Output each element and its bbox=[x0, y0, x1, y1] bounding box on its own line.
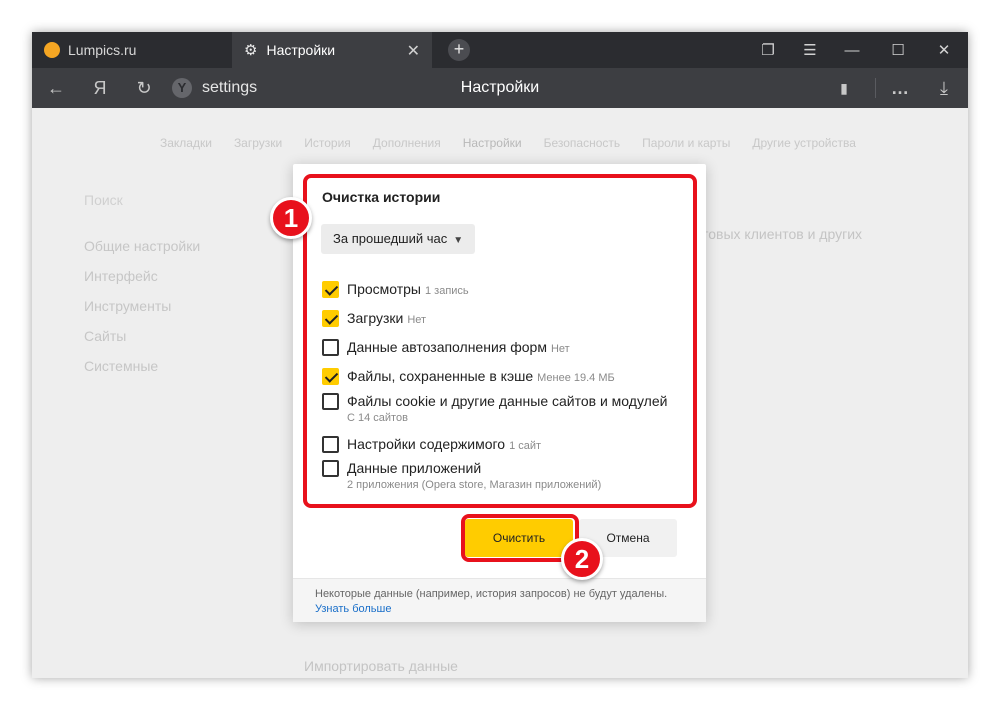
nav-downloads[interactable]: Загрузки bbox=[234, 136, 282, 150]
tab-settings[interactable]: ⚙ Настройки ✕ bbox=[232, 32, 432, 68]
site-favicon-icon bbox=[44, 42, 60, 58]
downloads-icon[interactable]: ⤓ bbox=[930, 76, 958, 100]
tabs-collections-icon[interactable]: ❐ bbox=[748, 32, 788, 68]
learn-more-link[interactable]: Узнать больше bbox=[315, 603, 391, 615]
annotation-highlight-options bbox=[303, 174, 697, 508]
tab-label: Настройки bbox=[266, 42, 336, 58]
menu-icon[interactable]: ☰ bbox=[790, 32, 830, 68]
nav-bookmarks[interactable]: Закладки bbox=[160, 136, 212, 150]
nav-history[interactable]: История bbox=[304, 136, 351, 150]
background-text: товых клиентов и других bbox=[702, 226, 863, 242]
nav-settings[interactable]: Настройки bbox=[463, 136, 522, 150]
minimize-button[interactable]: — bbox=[832, 32, 872, 68]
annotation-badge-2: 2 bbox=[561, 538, 603, 580]
annotation-badge-1: 1 bbox=[270, 197, 312, 239]
new-tab-button[interactable]: + bbox=[448, 39, 470, 61]
close-window-button[interactable]: ✕ bbox=[924, 32, 964, 68]
footer-note: Некоторые данные (например, история запр… bbox=[315, 588, 668, 600]
tab-lumpics[interactable]: Lumpics.ru bbox=[32, 32, 232, 68]
sidebar-item-general[interactable]: Общие настройки bbox=[84, 238, 200, 254]
gear-icon: ⚙ bbox=[244, 42, 258, 59]
page-title: Настройки bbox=[460, 79, 540, 96]
settings-search-input[interactable]: Поиск bbox=[84, 192, 200, 208]
sidebar-item-interface[interactable]: Интерфейс bbox=[84, 268, 200, 284]
import-data-link[interactable]: Импортировать данные bbox=[304, 658, 458, 674]
toolbar-divider bbox=[875, 78, 876, 98]
dialog-footer: Некоторые данные (например, история запр… bbox=[293, 578, 706, 622]
sidebar-item-sites[interactable]: Сайты bbox=[84, 328, 200, 344]
nav-other-devices[interactable]: Другие устройства bbox=[752, 136, 856, 150]
nav-passwords[interactable]: Пароли и карты bbox=[642, 136, 730, 150]
tab-label: Lumpics.ru bbox=[68, 42, 137, 58]
more-icon[interactable]: … bbox=[886, 76, 914, 100]
address-bar: ← Я ↻ Y settings Настройки ▮ … ⤓ bbox=[32, 68, 968, 108]
settings-top-nav: Закладки Загрузки История Дополнения Нас… bbox=[160, 136, 856, 150]
maximize-button[interactable]: ☐ bbox=[878, 32, 918, 68]
nav-extensions[interactable]: Дополнения bbox=[373, 136, 441, 150]
sidebar-item-tools[interactable]: Инструменты bbox=[84, 298, 200, 314]
tab-strip: Lumpics.ru ⚙ Настройки ✕ + ❐ ☰ — ☐ ✕ bbox=[32, 32, 968, 68]
bookmark-icon[interactable]: ▮ bbox=[830, 76, 858, 100]
close-tab-icon[interactable]: ✕ bbox=[407, 41, 420, 61]
sidebar-item-system[interactable]: Системные bbox=[84, 358, 200, 374]
settings-sidebar: Поиск Общие настройки Интерфейс Инструме… bbox=[84, 192, 200, 388]
nav-security[interactable]: Безопасность bbox=[544, 136, 621, 150]
